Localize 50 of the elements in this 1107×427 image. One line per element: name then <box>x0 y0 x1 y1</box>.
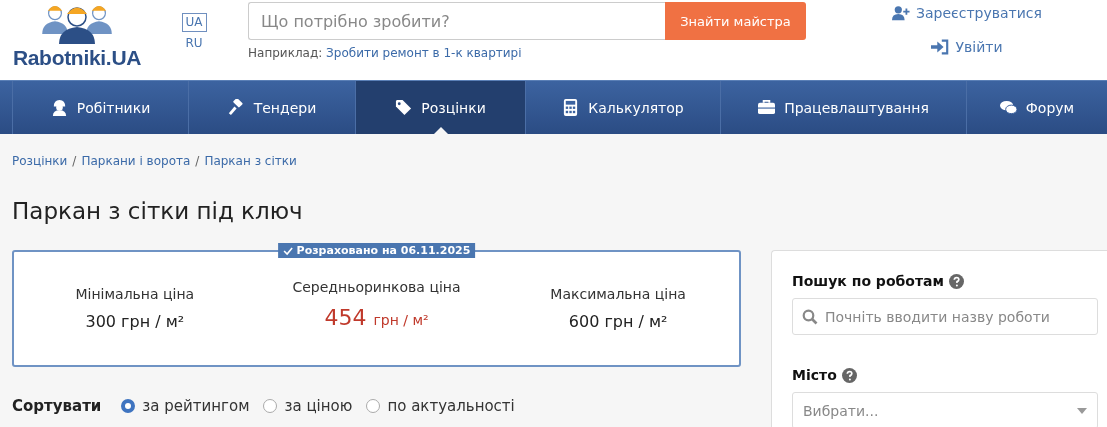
price-label: Мінімальна ціна <box>75 286 195 302</box>
breadcrumb-separator: / <box>72 154 77 168</box>
price-label: Максимальна ціна <box>550 286 686 302</box>
breadcrumb-link[interactable]: Розцінки <box>12 154 68 168</box>
work-search-field[interactable]: Почніть вводити назву роботи <box>792 298 1098 335</box>
radio-label[interactable]: по актуальності <box>387 397 515 415</box>
price-label: Середньоринкова ціна <box>292 279 461 295</box>
language-link[interactable]: RU <box>181 34 207 53</box>
sort-label: Сортувати <box>12 397 102 415</box>
price-value: 454 грн / м² <box>324 305 429 330</box>
radio-button[interactable] <box>263 399 278 413</box>
city-select[interactable]: Вибрати... <box>792 392 1098 427</box>
calculated-date-badge: Розраховано на 06.11.2025 <box>277 243 476 258</box>
help-icon <box>948 273 964 289</box>
breadcrumb-link[interactable]: Паркан з сітки <box>204 154 297 168</box>
help-icon <box>841 367 857 383</box>
language-link[interactable]: UA <box>181 13 207 32</box>
user-plus-icon <box>892 5 910 21</box>
register-link[interactable]: Зареєструватися <box>916 5 1042 21</box>
nav-tab[interactable]: Робітники <box>12 81 188 134</box>
hint-label: Наприклад: <box>248 46 323 60</box>
price-value: 300 грн / м² <box>85 312 185 331</box>
filter-label: Пошук по роботам <box>792 273 944 289</box>
nav-tab[interactable]: Форум <box>966 81 1107 134</box>
filter-label: Місто <box>792 367 837 383</box>
gavel-icon <box>227 99 245 116</box>
logo-text[interactable]: Rabotniki.UA <box>12 46 142 70</box>
nav-tab[interactable]: Працевлаштування <box>720 81 966 134</box>
sign-in-icon <box>931 39 950 55</box>
radio-label[interactable]: за ціною <box>284 397 353 415</box>
breadcrumb-link[interactable]: Паркани і ворота <box>81 154 191 168</box>
chat-bubbles-icon <box>999 99 1017 116</box>
nav-tab[interactable]: Калькулятор <box>525 81 720 134</box>
check-icon <box>282 245 293 256</box>
worker-icon <box>50 99 68 116</box>
briefcase-icon <box>758 99 776 116</box>
page-title: Паркан з сітки під ключ <box>12 198 304 224</box>
price-value: 600 грн / м² <box>568 312 668 331</box>
breadcrumb-separator: / <box>195 154 200 168</box>
calculator-icon <box>562 99 580 116</box>
search-field[interactable]: Що потрібно зробити? <box>248 2 665 40</box>
dropdown-icon <box>1077 407 1087 414</box>
login-link[interactable]: Увійти <box>955 39 1003 55</box>
tag-icon <box>395 99 413 116</box>
nav-tab[interactable]: Розцінки <box>355 81 525 134</box>
selected-tab-pointer <box>433 127 448 134</box>
example-link[interactable]: Зробити ремонт в 1-к квартирі <box>326 46 522 60</box>
radio-button[interactable] <box>366 399 381 413</box>
radio-button[interactable] <box>121 399 136 413</box>
radio-label[interactable]: за рейтингом <box>142 397 250 415</box>
